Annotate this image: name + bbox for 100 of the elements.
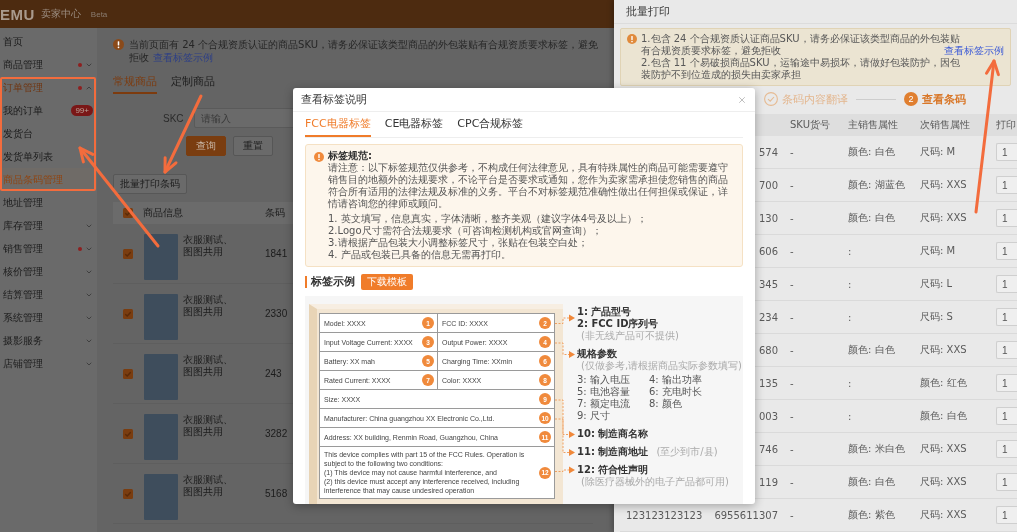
table-cell: - [790, 410, 794, 422]
quantity-input[interactable]: 1 [996, 440, 1017, 458]
note-title: 12: 符合性声明 [577, 464, 649, 476]
alert-text: 2.包含 11 个易破损商品SKU，运输途中易损坏，请做好包装防护，因包装防护不到位造成的损失由卖家承担 [641, 57, 961, 81]
table-cell: : [848, 377, 852, 389]
checkbox[interactable] [123, 248, 133, 259]
warning-icon [113, 39, 124, 50]
quantity-input[interactable]: 1 [996, 308, 1017, 326]
table-cell: : [848, 278, 852, 290]
checkbox[interactable] [123, 488, 133, 499]
table-cell: 颜色: 白色 [848, 343, 895, 357]
table-cell: - [790, 377, 794, 389]
table-cell: 颜色: 米白色 [848, 442, 905, 456]
table-cell: 680 [758, 344, 778, 356]
alert-text: 1.包含 24 个合规资质认证商品SKU，请务必保证该类型商品的外包装贴有合规资质要求标签，避免拒收 查看标签示例 [641, 33, 1004, 57]
note-item: 4: 输出功率 [649, 374, 703, 386]
quantity-input[interactable]: 1 [996, 242, 1017, 260]
view-label-example-link[interactable]: 查看标签示例 [944, 45, 1004, 57]
photo-placeholder [144, 354, 178, 400]
column-header: 主销售属性 [848, 118, 898, 132]
batch-print-button[interactable]: 批量打印条码 [113, 174, 187, 194]
barcode-text: 2330 [265, 308, 288, 319]
close-icon[interactable] [737, 94, 747, 105]
table-cell: : [848, 311, 852, 323]
sidebar-item[interactable]: 系统管理 [0, 306, 97, 329]
table-cell: 尺码: XXS [920, 442, 967, 456]
table-cell: 颜色: 白色 [848, 145, 895, 159]
tab[interactable]: CE电器标签 [384, 112, 444, 137]
sidebar-item[interactable]: 销售管理 [0, 237, 97, 260]
quantity-input[interactable]: 1 [996, 407, 1017, 425]
table-cell: 6955611307 [714, 509, 778, 521]
rule-text: 4. 产品或包装已具备的信息无需再打印。 [328, 249, 512, 261]
app-title: 卖家中心 [40, 7, 81, 21]
table-cell: 119 [758, 476, 778, 488]
step-label: 条码内容翻译 [782, 91, 848, 107]
table-cell: 135 [758, 377, 778, 389]
quantity-input[interactable]: 1 [996, 275, 1017, 293]
note-title: 2: FCC ID序列号 [577, 318, 659, 330]
quantity-input[interactable]: 1 [996, 209, 1017, 227]
download-template-button[interactable]: 下载模板 [361, 274, 413, 290]
table-cell: 尺码: XXS [920, 475, 967, 489]
table-cell: 颜色: 白色 [848, 211, 895, 225]
sidebar-item[interactable]: 订单管理 [0, 76, 97, 99]
quantity-input[interactable]: 1 [996, 176, 1017, 194]
barcode-text: 3282 [265, 428, 288, 439]
table-cell: : [848, 410, 852, 422]
sidebar-item[interactable]: 商品管理 [0, 53, 97, 76]
sidebar-item[interactable]: 首页 [0, 30, 97, 53]
sidebar-item[interactable]: 店铺管理 [0, 352, 97, 375]
count-badge: 99+ [71, 105, 93, 116]
table-cell: 尺码: XXS [920, 211, 967, 225]
dialog-title: 查看标签说明 [301, 92, 367, 107]
sidebar-item[interactable]: 发货单列表 [0, 145, 97, 168]
reset-button[interactable]: 重置 [233, 136, 273, 156]
tab[interactable]: 定制商品 [171, 70, 215, 94]
column-header: SKU货号 [790, 118, 830, 132]
rule-text: 1. 英文填写，信息真实，字体清晰，整齐美观（建议字体4号及以上）； [328, 213, 649, 225]
table-cell: 130 [758, 212, 778, 224]
table-cell: 颜色: 紫色 [848, 508, 895, 522]
notice-title: 标签规范: [328, 150, 372, 162]
table-cell: - [790, 509, 794, 521]
note-hint: (除医疗器械外的电子产品都可用) [580, 476, 729, 488]
barcode-text: 1841 [265, 248, 288, 259]
table-cell: - [790, 146, 794, 158]
note-title: 11: 制造商地址 [577, 446, 649, 458]
table-cell: 尺码: M [920, 244, 956, 258]
sidebar-item[interactable]: 结算管理 [0, 283, 97, 306]
search-button[interactable]: 查询 [186, 136, 226, 156]
note-item: 3: 输入电压 [577, 374, 631, 386]
quantity-input[interactable]: 1 [996, 374, 1017, 392]
tab[interactable]: FCC电器标签 [305, 112, 371, 137]
quantity-input[interactable]: 1 [996, 143, 1017, 161]
checkbox[interactable] [123, 208, 133, 218]
sidebar-item[interactable]: 库存管理 [0, 214, 97, 237]
sidebar-item[interactable]: 核价管理 [0, 260, 97, 283]
quantity-input[interactable]: 1 [996, 473, 1017, 491]
sidebar-item[interactable]: 发货台 [0, 122, 97, 145]
warning-icon [627, 34, 637, 44]
tab[interactable]: CPC合规标签 [457, 112, 524, 137]
table-cell: - [790, 278, 794, 290]
section-title: 标签示例 [305, 276, 355, 288]
rule-text: 2.Logo尺寸需符合法规要求（可咨询检测机构或官网查询）； [328, 225, 603, 237]
barcode-text: 243 [265, 368, 282, 379]
table-cell: 颜色: 湖蓝色 [848, 178, 905, 192]
sidebar-item[interactable]: 我的订单 99+ [0, 99, 97, 122]
table-cell: 003 [758, 410, 778, 422]
table-cell: - [790, 179, 794, 191]
table-cell: - [790, 476, 794, 488]
checkbox[interactable] [123, 308, 133, 319]
table-cell: 234 [758, 311, 778, 323]
checkbox[interactable] [123, 368, 133, 379]
column-header: 打印 [996, 118, 1016, 132]
quantity-input[interactable]: 1 [996, 506, 1017, 524]
photo-placeholder [144, 234, 178, 280]
quantity-input[interactable]: 1 [996, 341, 1017, 359]
table-cell: 尺码: XXS [920, 508, 967, 522]
sidebar-item[interactable]: 摄影服务 [0, 329, 97, 352]
note-item: 5: 电池容量 [577, 386, 631, 398]
checkbox[interactable] [123, 428, 133, 439]
table-cell: 700 [758, 179, 778, 191]
